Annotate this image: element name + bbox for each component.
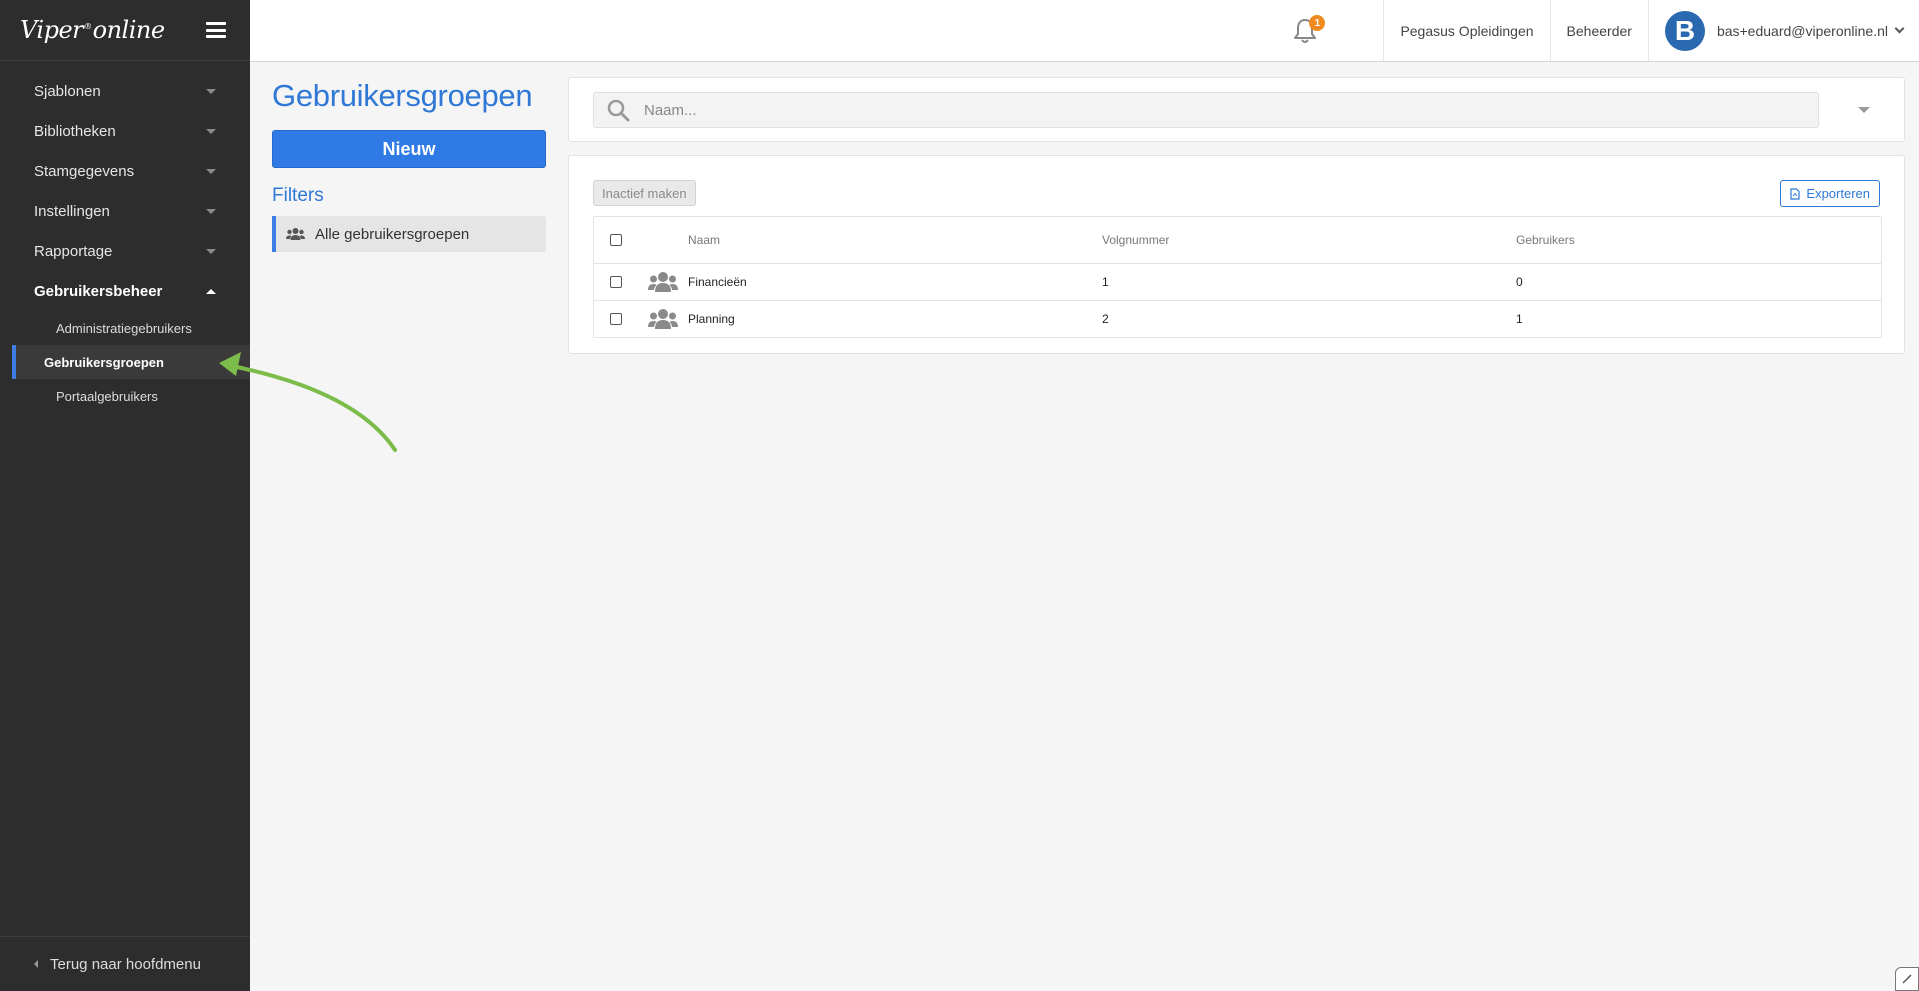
page-title: Gebruikersgroepen [272,78,533,113]
new-button[interactable]: Nieuw [272,130,546,168]
search-options-caret-icon[interactable] [1858,107,1870,113]
resize-handle-icon[interactable] [1895,967,1919,991]
notification-badge: 1 [1309,15,1326,31]
caret-down-icon [206,248,216,254]
user-email: bas+eduard@viperonline.nl [1716,22,1888,39]
search-box[interactable] [593,92,1819,128]
caret-up-icon [206,288,216,294]
filters-title: Filters [272,185,324,206]
logo[interactable]: Viper®online [20,16,165,44]
table-row[interactable]: Financieën 1 0 [594,263,1881,300]
column-header-name[interactable]: Naam [688,233,1102,247]
cell-users: 0 [1516,275,1523,289]
back-to-main-menu-link[interactable]: Terug naar hoofdmenu [0,936,250,991]
caret-down-icon [206,208,216,214]
brand-bar: Viper®online [0,0,250,61]
users-icon [648,309,678,329]
sidebar-item-gebruikersbeheer[interactable]: Gebruikersbeheer [0,271,250,311]
row-checkbox[interactable] [610,276,622,288]
chevron-down-icon [1894,23,1905,34]
users-icon [286,228,305,240]
select-all-checkbox[interactable] [610,234,622,246]
sidebar-item-sjablonen[interactable]: Sjablonen [0,71,250,111]
export-button[interactable]: Exporteren [1780,180,1880,207]
search-input[interactable] [644,101,1794,119]
caret-down-icon [206,88,216,94]
sidebar-item-rapportage[interactable]: Rapportage [0,231,250,271]
organisation-link[interactable]: Pegasus Opleidingen [1383,0,1549,61]
row-checkbox[interactable] [610,313,622,325]
sidebar: Viper®online Sjablonen Bibliotheken Stam… [0,0,250,991]
cell-name: Planning [688,312,735,326]
table-row[interactable]: Planning 2 1 [594,300,1881,337]
annotation-arrow-icon [219,352,397,452]
topbar: 1 Pegasus Opleidingen Beheerder B bas+ed… [250,0,1919,62]
users-icon [648,272,678,292]
hamburger-menu-icon[interactable] [206,22,226,38]
sidebar-item-instellingen[interactable]: Instellingen [0,191,250,231]
sidebar-item-stamgegevens[interactable]: Stamgegevens [0,151,250,191]
cell-name: Financieën [688,275,747,289]
table-header-row: Naam Volgnummer Gebruikers [594,217,1881,263]
search-icon [607,99,630,122]
cell-sequence: 1 [1102,275,1109,289]
deactivate-button[interactable]: Inactief maken [593,180,696,206]
avatar: B [1664,10,1705,51]
sidebar-item-bibliotheken[interactable]: Bibliotheken [0,111,250,151]
cell-users: 1 [1516,312,1523,326]
cell-sequence: 2 [1102,312,1109,326]
user-groups-table: Naam Volgnummer Gebruikers Financieën 1 … [593,216,1882,338]
caret-down-icon [206,128,216,134]
file-export-icon [1790,187,1801,200]
sidebar-subitem-administratiegebruikers[interactable]: Administratiegebruikers [12,311,250,345]
notifications-button[interactable]: 1 [1275,0,1335,61]
column-header-users[interactable]: Gebruikers [1516,233,1881,247]
role-link[interactable]: Beheerder [1549,0,1648,61]
column-header-sequence[interactable]: Volgnummer [1102,233,1516,247]
table-card: Inactief maken Exporteren Naam Volgnumme… [568,155,1905,354]
caret-down-icon [206,168,216,174]
filter-all-user-groups[interactable]: Alle gebruikersgroepen [272,216,546,252]
search-card [568,77,1905,142]
caret-left-icon [34,960,38,968]
user-menu[interactable]: B bas+eduard@viperonline.nl [1647,0,1919,61]
